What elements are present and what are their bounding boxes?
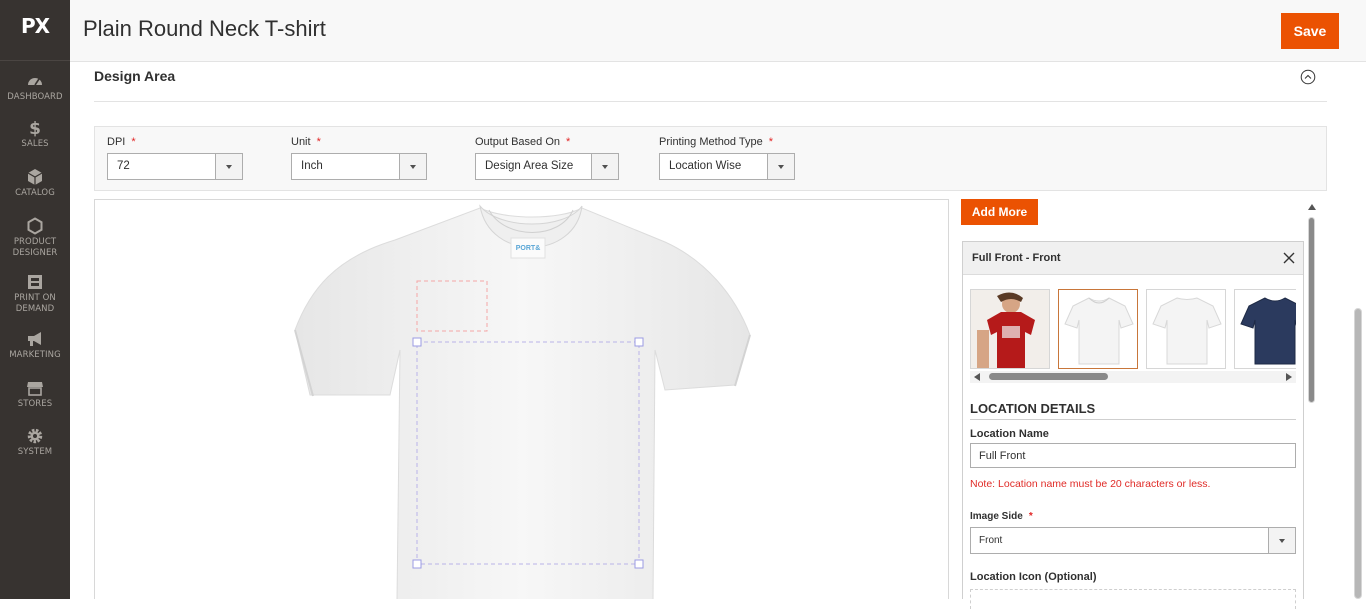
location-name-note: Note: Location name must be 20 character… <box>970 478 1211 490</box>
chevron-down-icon <box>591 154 618 179</box>
sidebar-item-stores[interactable]: STORES <box>0 379 70 410</box>
store-icon <box>27 382 43 396</box>
unit-label: Unit * <box>291 136 321 148</box>
sidebar-item-print-on-demand[interactable]: PRINT ON DEMAND <box>0 273 70 314</box>
thumbnails-scrollbar[interactable] <box>970 371 1296 383</box>
thumbnail-white-tshirt-front[interactable] <box>1058 289 1138 369</box>
image-side-label: Image Side * <box>970 511 1033 522</box>
svg-text:$: $ <box>29 119 41 137</box>
sidebar-item-label: SALES <box>21 139 49 149</box>
sidebar-item-label: MARKETING <box>9 350 61 360</box>
printer-icon <box>28 275 42 289</box>
scroll-right-icon[interactable] <box>1286 373 1292 381</box>
collapse-icon[interactable] <box>1300 69 1316 85</box>
printing-method-field: Printing Method Type * Location Wise <box>659 136 795 180</box>
location-panel-title: Full Front - Front <box>972 252 1061 264</box>
hexagon-icon <box>27 217 43 235</box>
dashboard-icon <box>28 78 42 86</box>
section-title: Design Area <box>94 68 176 84</box>
sidebar-item-dashboard[interactable]: DASHBOARD <box>0 72 70 103</box>
output-based-on-select[interactable]: Design Area Size <box>475 153 619 180</box>
location-icon-upload[interactable] <box>970 589 1296 609</box>
page-header: Plain Round Neck T-shirt Save <box>70 0 1366 62</box>
location-panel-header[interactable]: Full Front - Front <box>963 242 1303 275</box>
location-panel: Full Front - Front LOCATION DETAILS Loca… <box>962 241 1304 609</box>
neck-tag-text: PORT& <box>516 245 541 252</box>
sidebar-item-label: DASHBOARD <box>7 92 63 102</box>
location-icon-label: Location Icon (Optional) <box>970 571 1097 583</box>
sidebar-item-product-designer[interactable]: PRODUCT DESIGNER <box>0 217 70 258</box>
admin-sidebar: PX DASHBOARD $ SALES CATALOG PRODUCT DES… <box>0 0 70 599</box>
sidebar-item-catalog[interactable]: CATALOG <box>0 168 70 199</box>
dpi-select[interactable]: 72 <box>107 153 243 180</box>
megaphone-icon <box>28 332 41 346</box>
side-thumbnails <box>970 289 1296 369</box>
image-side-select[interactable]: Front <box>970 527 1296 554</box>
scroll-left-icon[interactable] <box>974 373 980 381</box>
location-details-heading: LOCATION DETAILS <box>970 401 1296 420</box>
printing-method-label: Printing Method Type * <box>659 136 774 148</box>
dpi-label: DPI * <box>107 136 136 148</box>
navy-tshirt-image <box>1240 297 1296 365</box>
sidebar-item-label: SYSTEM <box>17 447 53 457</box>
output-based-on-field: Output Based On * Design Area Size <box>475 136 619 180</box>
scrollbar-thumb[interactable] <box>1308 217 1315 403</box>
thumbnail-red-tshirt-model[interactable] <box>970 289 1050 369</box>
panel-scrollbar[interactable] <box>1306 204 1318 599</box>
sidebar-item-label: STORES <box>17 399 53 409</box>
thumbnail-white-tshirt-back[interactable] <box>1146 289 1226 369</box>
chevron-down-icon <box>1268 528 1295 553</box>
tshirt-image: PORT& <box>294 204 751 599</box>
design-area-section-header[interactable]: Design Area <box>94 62 1327 102</box>
add-more-button[interactable]: Add More <box>961 199 1038 225</box>
sidebar-item-sales[interactable]: $ SALES <box>0 119 70 150</box>
sidebar-item-marketing[interactable]: MARKETING <box>0 330 70 361</box>
scroll-up-icon[interactable] <box>1308 204 1316 210</box>
dollar-icon: $ <box>29 119 41 137</box>
sidebar-item-label: CATALOG <box>15 188 55 198</box>
sidebar-item-system[interactable]: SYSTEM <box>0 427 70 458</box>
unit-select[interactable]: Inch <box>291 153 427 180</box>
output-based-on-label: Output Based On * <box>475 136 571 148</box>
scrollbar-thumb[interactable] <box>1354 308 1362 599</box>
cube-icon <box>27 169 43 185</box>
close-icon[interactable] <box>1282 251 1296 265</box>
red-tshirt-model-image <box>971 290 1049 368</box>
sidebar-item-label: PRINT ON DEMAND <box>14 293 56 314</box>
chevron-down-icon <box>767 154 794 179</box>
logo-divider <box>0 60 70 61</box>
page-scrollbar[interactable] <box>1353 62 1363 599</box>
sidebar-item-label: PRODUCT DESIGNER <box>12 237 58 258</box>
thumbnail-navy-tshirt[interactable] <box>1234 289 1296 369</box>
white-tshirt-front-image <box>1064 297 1134 365</box>
brand-logo[interactable]: PX <box>0 14 70 38</box>
scrollbar-thumb[interactable] <box>989 373 1108 380</box>
design-canvas[interactable]: PORT& <box>94 199 949 599</box>
chevron-down-icon <box>215 154 242 179</box>
location-name-label: Location Name <box>970 428 1049 440</box>
unit-field: Unit * Inch <box>291 136 427 180</box>
chevron-down-icon <box>399 154 426 179</box>
design-options-panel: DPI * 72 Unit * Inch Output Based On * Desi… <box>94 126 1327 191</box>
dpi-field: DPI * 72 <box>107 136 243 180</box>
gear-icon <box>27 428 43 444</box>
white-tshirt-back-image <box>1152 297 1222 365</box>
printing-method-select[interactable]: Location Wise <box>659 153 795 180</box>
page-title: Plain Round Neck T-shirt <box>83 16 326 41</box>
save-button[interactable]: Save <box>1281 13 1339 49</box>
location-name-input[interactable] <box>970 443 1296 468</box>
